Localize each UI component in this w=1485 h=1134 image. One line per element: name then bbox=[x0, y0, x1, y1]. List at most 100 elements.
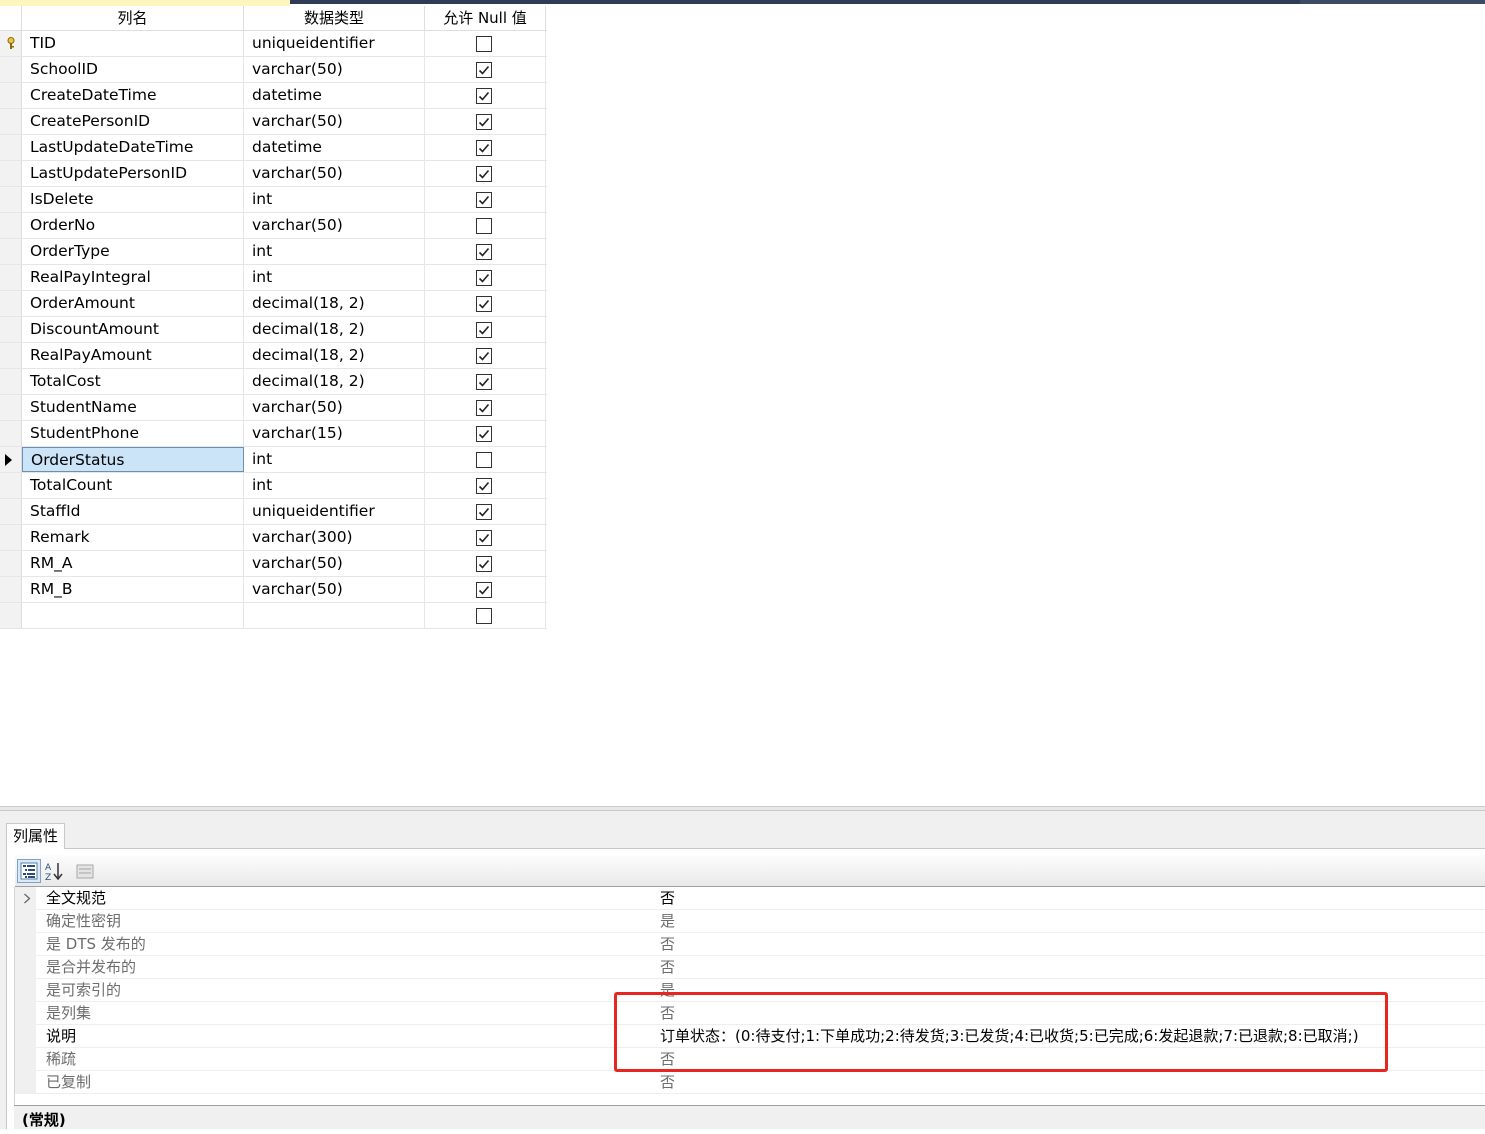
data-type-cell[interactable]: varchar(50) bbox=[244, 213, 425, 238]
data-type-cell[interactable]: decimal(18, 2) bbox=[244, 291, 425, 316]
row-selector[interactable] bbox=[0, 83, 22, 108]
table-row[interactable]: StudentName varchar(50) bbox=[0, 395, 547, 421]
data-type-cell[interactable]: varchar(15) bbox=[244, 421, 425, 446]
column-name-cell[interactable]: OrderAmount bbox=[22, 291, 244, 316]
row-selector[interactable] bbox=[0, 577, 22, 602]
allow-null-checkbox[interactable] bbox=[476, 217, 492, 234]
data-type-cell[interactable]: varchar(50) bbox=[244, 577, 425, 602]
column-name-cell[interactable]: StaffId bbox=[22, 499, 244, 524]
property-value[interactable]: 否 bbox=[660, 1048, 675, 1071]
table-row[interactable]: StaffId uniqueidentifier bbox=[0, 499, 547, 525]
allow-null-checkbox[interactable] bbox=[476, 321, 492, 338]
table-row[interactable]: IsDelete int bbox=[0, 187, 547, 213]
allow-null-checkbox[interactable] bbox=[476, 347, 492, 364]
table-row[interactable]: CreatePersonID varchar(50) bbox=[0, 109, 547, 135]
column-name-cell[interactable]: RM_B bbox=[22, 577, 244, 602]
property-row[interactable]: 是列集 否 bbox=[15, 1002, 1485, 1025]
row-selector[interactable] bbox=[0, 265, 22, 290]
table-row[interactable]: OrderNo varchar(50) bbox=[0, 213, 547, 239]
property-value[interactable]: 否 bbox=[660, 887, 675, 910]
data-type-cell[interactable]: varchar(50) bbox=[244, 57, 425, 82]
column-name-header[interactable]: 列名 bbox=[22, 6, 244, 30]
property-value[interactable]: 否 bbox=[660, 933, 675, 956]
column-name-cell[interactable]: StudentName bbox=[22, 395, 244, 420]
row-selector[interactable] bbox=[0, 161, 22, 186]
column-name-cell[interactable]: TotalCount bbox=[22, 473, 244, 498]
allow-null-header[interactable]: 允许 Null 值 bbox=[425, 6, 546, 30]
allow-null-checkbox[interactable] bbox=[476, 607, 492, 624]
table-row[interactable]: CreateDateTime datetime bbox=[0, 83, 547, 109]
row-selector[interactable] bbox=[0, 551, 22, 576]
data-type-cell[interactable]: int bbox=[244, 187, 425, 212]
row-selector[interactable] bbox=[0, 187, 22, 212]
property-value[interactable]: 否 bbox=[660, 1071, 675, 1094]
property-row[interactable]: 全文规范 否 bbox=[15, 887, 1485, 910]
allow-null-checkbox[interactable] bbox=[476, 295, 492, 312]
allow-null-checkbox[interactable] bbox=[476, 425, 492, 442]
row-selector[interactable] bbox=[0, 369, 22, 394]
property-row[interactable]: 是 DTS 发布的 否 bbox=[15, 933, 1485, 956]
allow-null-checkbox[interactable] bbox=[476, 61, 492, 78]
table-row[interactable]: RM_B varchar(50) bbox=[0, 577, 547, 603]
table-row[interactable] bbox=[0, 603, 547, 629]
column-name-cell[interactable]: Remark bbox=[22, 525, 244, 550]
allow-null-checkbox[interactable] bbox=[476, 191, 492, 208]
table-row[interactable]: OrderStatus int bbox=[0, 447, 547, 473]
table-row[interactable]: OrderAmount decimal(18, 2) bbox=[0, 291, 547, 317]
property-row[interactable]: 稀疏 否 bbox=[15, 1048, 1485, 1071]
data-type-cell[interactable]: decimal(18, 2) bbox=[244, 343, 425, 368]
row-selector[interactable] bbox=[0, 31, 22, 56]
allow-null-checkbox[interactable] bbox=[476, 581, 492, 598]
data-type-cell[interactable]: decimal(18, 2) bbox=[244, 317, 425, 342]
table-row[interactable]: LastUpdatePersonID varchar(50) bbox=[0, 161, 547, 187]
row-selector[interactable] bbox=[0, 473, 22, 498]
column-name-cell[interactable]: CreatePersonID bbox=[22, 109, 244, 134]
table-row[interactable]: StudentPhone varchar(15) bbox=[0, 421, 547, 447]
column-name-cell[interactable] bbox=[22, 603, 244, 628]
data-type-cell[interactable] bbox=[244, 603, 425, 628]
column-name-cell[interactable]: OrderNo bbox=[22, 213, 244, 238]
column-name-cell[interactable]: DiscountAmount bbox=[22, 317, 244, 342]
table-row[interactable]: RealPayIntegral int bbox=[0, 265, 547, 291]
allow-null-checkbox[interactable] bbox=[476, 35, 492, 52]
column-name-cell[interactable]: LastUpdateDateTime bbox=[22, 135, 244, 160]
row-selector[interactable] bbox=[0, 525, 22, 550]
categorized-button[interactable] bbox=[17, 859, 41, 883]
column-name-cell[interactable]: TID bbox=[22, 31, 244, 56]
property-value[interactable]: 是 bbox=[660, 910, 675, 933]
row-selector[interactable] bbox=[0, 109, 22, 134]
table-row[interactable]: TotalCost decimal(18, 2) bbox=[0, 369, 547, 395]
tab-column-properties[interactable]: 列属性 bbox=[6, 823, 65, 849]
table-row[interactable]: LastUpdateDateTime datetime bbox=[0, 135, 547, 161]
data-type-cell[interactable]: int bbox=[244, 265, 425, 290]
data-type-cell[interactable]: varchar(50) bbox=[244, 395, 425, 420]
row-selector[interactable] bbox=[0, 499, 22, 524]
data-type-cell[interactable]: int bbox=[244, 473, 425, 498]
row-selector[interactable] bbox=[0, 603, 22, 628]
property-row[interactable]: 是可索引的 是 bbox=[15, 979, 1485, 1002]
allow-null-checkbox[interactable] bbox=[476, 113, 492, 130]
property-value[interactable]: 订单状态：(0:待支付;1:下单成功;2:待发货;3:已发货;4:已收货;5:已… bbox=[660, 1025, 1359, 1048]
table-row[interactable]: TID uniqueidentifier bbox=[0, 31, 547, 57]
allow-null-checkbox[interactable] bbox=[476, 87, 492, 104]
property-row[interactable]: 说明 订单状态：(0:待支付;1:下单成功;2:待发货;3:已发货;4:已收货;5… bbox=[15, 1025, 1485, 1048]
property-value[interactable]: 否 bbox=[660, 956, 675, 979]
alphabetical-button[interactable]: A Z bbox=[42, 859, 66, 883]
column-name-cell[interactable]: IsDelete bbox=[22, 187, 244, 212]
column-name-cell[interactable]: LastUpdatePersonID bbox=[22, 161, 244, 186]
allow-null-checkbox[interactable] bbox=[476, 243, 492, 260]
column-name-cell[interactable]: CreateDateTime bbox=[22, 83, 244, 108]
allow-null-checkbox[interactable] bbox=[476, 529, 492, 546]
row-selector[interactable] bbox=[0, 343, 22, 368]
table-row[interactable]: TotalCount int bbox=[0, 473, 547, 499]
data-type-cell[interactable]: varchar(50) bbox=[244, 551, 425, 576]
table-row[interactable]: Remark varchar(300) bbox=[0, 525, 547, 551]
property-row[interactable]: 确定性密钥 是 bbox=[15, 910, 1485, 933]
data-type-cell[interactable]: int bbox=[244, 447, 425, 472]
data-type-cell[interactable]: uniqueidentifier bbox=[244, 31, 425, 56]
row-selector[interactable] bbox=[0, 135, 22, 160]
allow-null-checkbox[interactable] bbox=[476, 139, 492, 156]
column-name-cell[interactable]: StudentPhone bbox=[22, 421, 244, 446]
data-type-cell[interactable]: varchar(300) bbox=[244, 525, 425, 550]
table-row[interactable]: RM_A varchar(50) bbox=[0, 551, 547, 577]
